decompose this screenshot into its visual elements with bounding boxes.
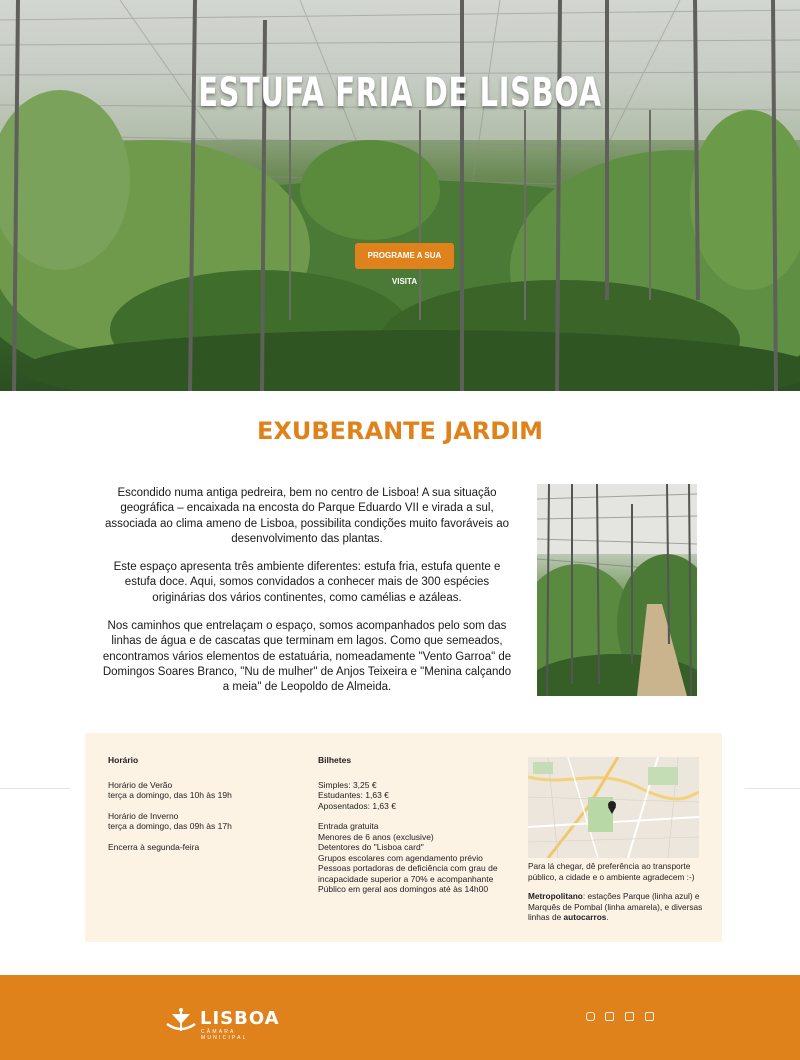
transport-end: . — [606, 912, 609, 922]
instagram-icon[interactable] — [586, 1012, 595, 1021]
plan-visit-button[interactable]: PROGRAME A SUA VISITA — [355, 243, 454, 286]
metro-label: Metropolitano — [528, 891, 583, 901]
opening-hours: Horário Horário de Verão terça a domingo… — [108, 755, 288, 852]
free-entry-item: Pessoas portadoras de deficiência com gr… — [318, 863, 498, 884]
free-entry-item: Grupos escolares com agendamento prévio — [318, 852, 483, 863]
free-entry-item: Público em geral aos domingos até às 14h… — [318, 884, 489, 894]
lisboa-emblem-icon — [166, 1008, 196, 1031]
hours-heading: Horário — [108, 755, 139, 765]
linkedin-icon[interactable] — [625, 1012, 634, 1021]
summer-hours-label: Horário de Verão — [108, 779, 173, 790]
winter-hours-label: Horário de Inverno — [108, 810, 179, 821]
tickets-heading: Bilhetes — [318, 755, 352, 765]
free-entry-item: Detentores do "Lisboa card" — [318, 842, 424, 852]
transport-metro: Metropolitano: estações Parque (linha az… — [528, 891, 708, 923]
summer-hours: terça a domingo, das 10h às 19h — [108, 790, 232, 800]
logo-subtitle: CÂMARA MUNICIPAL — [201, 1029, 248, 1041]
price-simple: Simples: 3,25 € — [318, 779, 377, 790]
intro-paragraph: Este espaço apresenta três ambiente dife… — [113, 561, 501, 604]
visit-info-panel: Horário Horário de Verão terça a domingo… — [85, 733, 722, 942]
transport-intro: Para lá chegar, dê preferência ao transp… — [528, 861, 695, 882]
footer: LISBOA CÂMARA MUNICIPAL — [0, 975, 800, 1060]
hero-banner: ESTUFA FRIA DE LISBOA PROGRAME A SUA VIS… — [0, 0, 800, 391]
price-retired: Aposentados: 1,63 € — [318, 800, 396, 811]
winter-hours: terça a domingo, das 09h às 17h — [108, 821, 232, 831]
free-entry-heading: Entrada gratuita — [318, 821, 379, 831]
intro-paragraph: Escondido numa antiga pedreira, bem no c… — [104, 487, 509, 545]
logo-text: LISBOA — [200, 1008, 280, 1029]
greenhouse-path-image — [537, 484, 697, 696]
divider-left — [0, 788, 70, 789]
location-map[interactable] — [528, 757, 699, 858]
lisboa-logo[interactable]: LISBOA CÂMARA MUNICIPAL — [164, 1006, 279, 1041]
closed-day: Encerra à segunda-feira — [108, 841, 200, 852]
divider-right — [745, 788, 800, 789]
price-students: Estudantes: 1,63 € — [318, 790, 389, 800]
section-title: EXUBERANTE JARDIM — [256, 417, 544, 445]
intro-paragraph: Nos caminhos que entrelaçam o espaço, so… — [102, 620, 512, 694]
free-entry-item: Menores de 6 anos (exclusive) — [318, 831, 434, 842]
intro-text: Escondido numa antiga pedreira, bem no c… — [102, 486, 512, 709]
tickets: Bilhetes Simples: 3,25 € Estudantes: 1,6… — [318, 755, 508, 895]
bus-label: autocarros — [563, 912, 607, 922]
transport-info: Para lá chegar, dê preferência ao transp… — [528, 861, 708, 932]
hero-greenhouse-image — [0, 0, 800, 391]
flickr-icon[interactable] — [605, 1012, 614, 1021]
youtube-icon[interactable] — [645, 1012, 654, 1021]
hero-title: ESTUFA FRIA DE LISBOA — [198, 70, 602, 116]
